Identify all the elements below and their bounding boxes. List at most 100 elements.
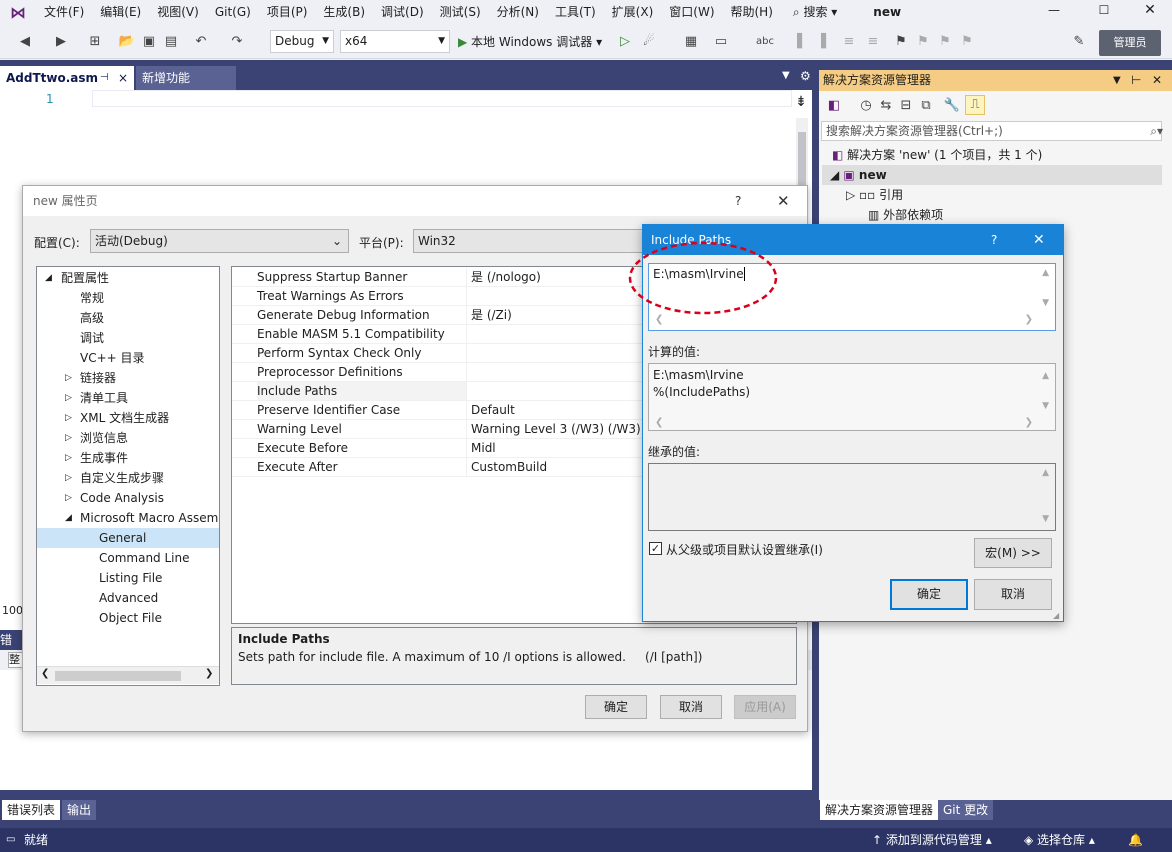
admin-button[interactable]: 管理员 [1099, 30, 1161, 56]
scroll-right-icon[interactable]: ❯ [1025, 314, 1033, 325]
solution-search-input[interactable]: 搜索解决方案资源管理器(Ctrl+;) ⌕▾ [821, 121, 1163, 141]
menu-item[interactable]: 生成(B) [315, 0, 373, 25]
scroll-up-icon[interactable]: ▲ [1042, 368, 1049, 385]
property-value[interactable]: 是 (/nologo) [471, 268, 541, 286]
tree-item[interactable]: Object File [37, 608, 219, 628]
new-project-icon[interactable]: ⊞ [86, 33, 104, 51]
inherit-checkbox-label[interactable]: 从父级或项目默认设置继承(I) [666, 541, 823, 558]
zoom-level[interactable]: 100 [2, 604, 23, 617]
macros-button[interactable]: 宏(M) >> [974, 538, 1052, 568]
bookmark-icon[interactable]: ⚑ [892, 33, 910, 51]
scroll-right-icon[interactable]: ❯ [1025, 414, 1033, 431]
menu-item[interactable]: 窗口(W) [661, 0, 722, 25]
tree-item[interactable]: 调试 [37, 328, 219, 348]
platform-select[interactable]: Win32 [413, 229, 653, 253]
hot-reload-icon[interactable]: ☄ [640, 33, 658, 51]
clear-bookmarks-icon[interactable]: ⚑ [958, 33, 976, 51]
preview-icon[interactable]: ⎍ [965, 95, 985, 115]
property-value[interactable]: 是 (/Zi) [471, 306, 512, 324]
tree-item[interactable]: ▷ 清单工具 [37, 388, 219, 408]
pin-icon[interactable]: ⊣ [100, 66, 109, 90]
tree-item[interactable]: VC++ 目录 [37, 348, 219, 368]
scroll-up-icon[interactable]: ▲ [1042, 268, 1049, 278]
tree-item[interactable]: ▷ 生成事件 [37, 448, 219, 468]
pending-changes-icon[interactable]: ◷ [857, 97, 875, 115]
next-bookmark-icon[interactable]: ⚑ [936, 33, 954, 51]
open-icon[interactable]: 📂 [118, 33, 136, 51]
comment-icon[interactable]: ▐ [788, 33, 806, 51]
tree-item[interactable]: ▷ 链接器 [37, 368, 219, 388]
cancel-button[interactable]: 取消 [974, 579, 1052, 610]
forward-icon[interactable]: ▶ [52, 33, 70, 51]
external-deps-node[interactable]: ▥ 外部依赖项 [868, 205, 943, 225]
platform-combo[interactable]: x64 ▼ [340, 30, 450, 53]
menu-item[interactable]: 测试(S) [432, 0, 489, 25]
tree-item[interactable]: General [37, 528, 219, 548]
save-all-icon[interactable]: ▤ [162, 33, 180, 51]
tree-item[interactable]: ▷ XML 文档生成器 [37, 408, 219, 428]
minimize-icon[interactable]: — [1044, 3, 1064, 23]
tree-item[interactable]: ◢ Microsoft Macro Assem [37, 508, 219, 528]
menu-item[interactable]: 项目(P) [259, 0, 316, 25]
tab-output[interactable]: 输出 [62, 800, 97, 820]
settings-gear-icon[interactable]: ⚙ [800, 69, 811, 83]
tree-item[interactable]: ◢ 配置属性 [37, 268, 219, 288]
prev-bookmark-icon[interactable]: ⚑ [914, 33, 932, 51]
collapsed-arrow-icon[interactable]: ▷ [65, 408, 72, 428]
tree-item[interactable]: ▷ Code Analysis [37, 488, 219, 508]
menu-item[interactable]: 工具(T) [547, 0, 604, 25]
property-value[interactable]: Warning Level 3 (/W3) (/W3) [471, 420, 641, 438]
tab-dropdown-icon[interactable]: ▼ [782, 70, 790, 81]
properties-wrench-icon[interactable]: 🔧 [943, 97, 961, 115]
tree-horizontal-scrollbar[interactable]: ❮ ❯ [37, 666, 219, 684]
switch-views-icon[interactable]: ◧ [825, 97, 843, 115]
undo-icon[interactable]: ↶ [192, 33, 210, 51]
ok-button[interactable]: 确定 [890, 579, 968, 610]
tree-item[interactable]: ▷ 浏览信息 [37, 428, 219, 448]
tree-item[interactable]: 高级 [37, 308, 219, 328]
close-tab-icon[interactable]: × [118, 66, 128, 90]
menu-item[interactable]: Git(G) [207, 0, 259, 25]
scroll-right-icon[interactable]: ❯ [205, 668, 213, 679]
help-button[interactable]: ? [735, 186, 741, 216]
layout-icon[interactable]: ▭ [712, 33, 730, 51]
tab-addttwo-asm[interactable]: AddTtwo.asm ⊣ × [0, 66, 134, 90]
resize-grip-icon[interactable]: ◢ [1053, 611, 1059, 620]
redo-icon[interactable]: ↷ [228, 33, 246, 51]
close-icon[interactable]: ✕ [1033, 225, 1045, 255]
tree-item[interactable]: Advanced [37, 588, 219, 608]
collapsed-arrow-icon[interactable]: ▷ [65, 468, 72, 488]
solution-node[interactable]: ◧ 解决方案 'new' (1 个项目，共 1 个) [832, 145, 1042, 165]
menu-item[interactable]: 帮助(H) [723, 0, 781, 25]
tree-item[interactable]: Listing File [37, 568, 219, 588]
collapsed-arrow-icon[interactable]: ▷ [65, 428, 72, 448]
menu-item[interactable]: 视图(V) [149, 0, 207, 25]
outdent-icon[interactable]: ≡ [864, 33, 882, 51]
menu-item[interactable]: 扩展(X) [604, 0, 662, 25]
scrollbar-thumb[interactable] [55, 671, 181, 681]
collapsed-arrow-icon[interactable]: ▷ [65, 488, 72, 508]
browse-icon[interactable]: ▦ [682, 33, 700, 51]
spellcheck-icon[interactable]: abc [756, 33, 774, 51]
split-icon[interactable]: ⇟ [794, 94, 808, 110]
show-all-files-icon[interactable]: ⧉ [917, 97, 935, 115]
save-icon[interactable]: ▣ [140, 33, 158, 51]
collapsed-arrow-icon[interactable]: ▷ [65, 388, 72, 408]
tab-solution-explorer[interactable]: 解决方案资源管理器 [820, 800, 939, 820]
config-combo[interactable]: Debug ▼ [270, 30, 334, 53]
inherit-checkbox[interactable]: ✓ [649, 542, 662, 555]
live-share-icon[interactable]: ✎ [1070, 33, 1088, 51]
scroll-left-icon[interactable]: ❮ [655, 414, 663, 431]
panel-dropdown-icon[interactable]: ▼ [1113, 70, 1121, 91]
menu-item[interactable]: 分析(N) [489, 0, 547, 25]
collapsed-arrow-icon[interactable]: ▷ [65, 368, 72, 388]
tab-whats-new[interactable]: 新增功能 [136, 66, 236, 90]
menu-item[interactable]: 编辑(E) [92, 0, 149, 25]
expanded-arrow-icon[interactable]: ◢ [65, 508, 72, 528]
help-button[interactable]: ? [991, 225, 997, 255]
scroll-left-icon[interactable]: ❮ [41, 668, 49, 679]
property-value[interactable]: CustomBuild [471, 458, 547, 476]
sync-icon[interactable]: ⇆ [877, 97, 895, 115]
select-repository[interactable]: ◈ 选择仓库 ▴ [1024, 828, 1095, 852]
back-icon[interactable]: ◀ [16, 33, 34, 51]
